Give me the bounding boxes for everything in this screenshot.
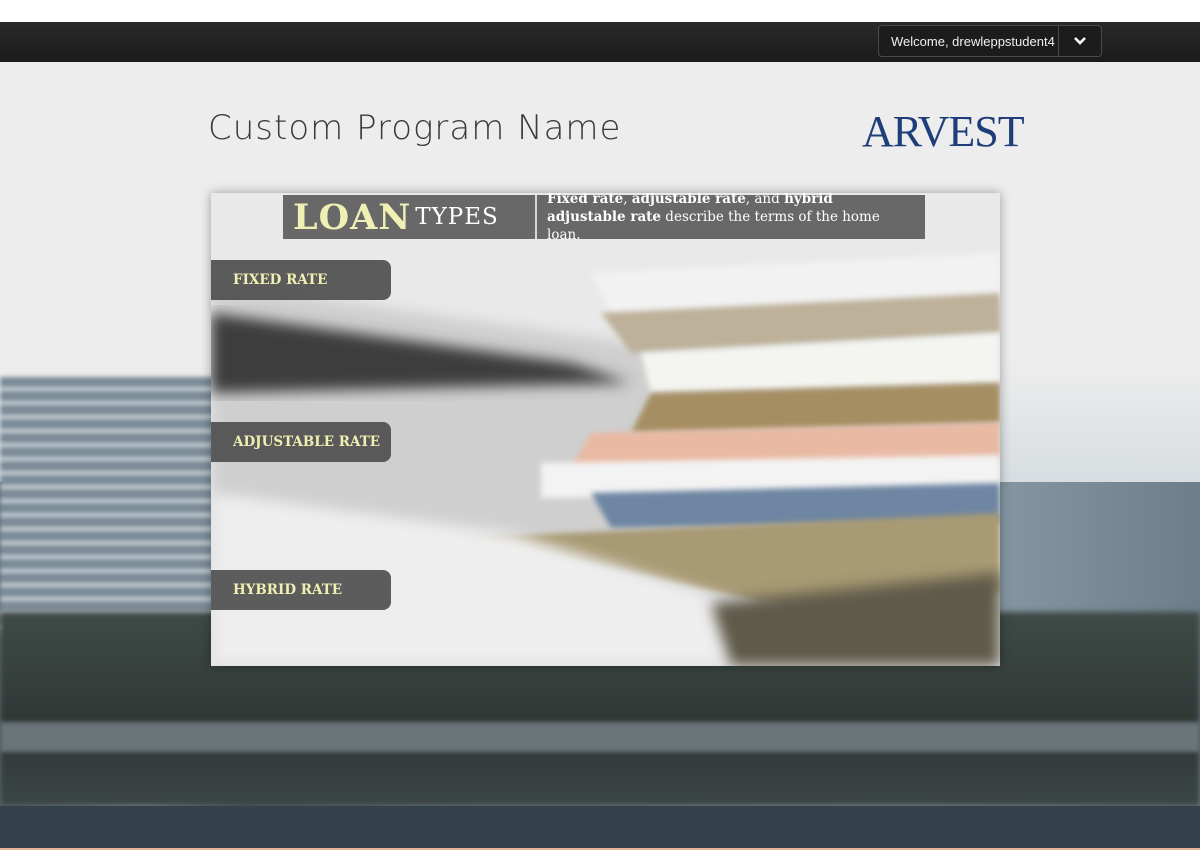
footer-accent-line: [0, 848, 1200, 850]
slide-title-box: LOAN TYPES Fixed rate, adjustable rate, …: [283, 193, 925, 243]
top-navigation-bar: Welcome, drewleppstudent4: [0, 22, 1200, 62]
term-adjustable-rate: adjustable rate: [631, 193, 746, 207]
slide-description: Fixed rate, adjustable rate, and hybrid …: [537, 193, 925, 244]
term-fixed-rate: Fixed rate: [547, 193, 624, 207]
tab-adjustable-rate[interactable]: ADJUSTABLE RATE: [211, 422, 391, 462]
loan-types-slide: LOAN TYPES Fixed rate, adjustable rate, …: [211, 193, 1000, 666]
footer-bar: [0, 806, 1200, 848]
program-title: Custom Program Name: [208, 108, 622, 148]
title-word-loan: LOAN: [293, 196, 412, 238]
desc-sep-2: , and: [745, 193, 785, 207]
desc-sep-1: ,: [623, 193, 632, 207]
tab-hybrid-rate[interactable]: HYBRID RATE: [211, 570, 391, 610]
title-word-types: TYPES: [415, 204, 499, 230]
welcome-label: Welcome, drewleppstudent4: [891, 33, 1055, 49]
tab-fixed-rate[interactable]: FIXED RATE: [211, 260, 391, 300]
user-menu[interactable]: Welcome, drewleppstudent4: [878, 25, 1102, 57]
slide-title: LOAN TYPES: [283, 195, 537, 239]
chevron-down-icon[interactable]: [1058, 26, 1101, 56]
arvest-logo: ARVEST: [862, 107, 1025, 156]
